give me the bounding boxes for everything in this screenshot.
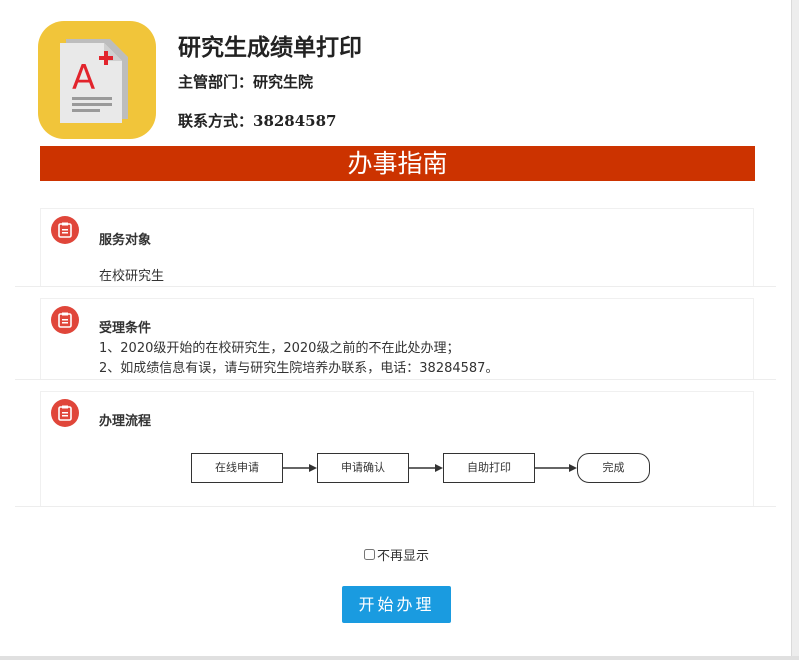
flow-step: 申请确认 xyxy=(317,453,409,483)
section-title: 办理流程 xyxy=(99,414,152,429)
window-bottom-edge xyxy=(0,656,799,660)
department-info: 主管部门：研究生院 xyxy=(178,73,314,91)
document-grade-icon: A xyxy=(60,39,128,123)
section-process: 办理流程 在线申请 申请确认 自助打印 完成 xyxy=(40,391,754,507)
flow-step-end: 完成 xyxy=(577,453,650,483)
section-text: 1、2020级开始的在校研究生，2020级之前的不在此处办理； xyxy=(99,341,460,356)
divider xyxy=(15,506,776,507)
section-title: 受理条件 xyxy=(99,321,152,336)
section-service-target: 服务对象 在校研究生 xyxy=(40,208,754,287)
dont-show-checkbox[interactable] xyxy=(364,549,375,560)
section-conditions: 受理条件 1、2020级开始的在校研究生，2020级之前的不在此处办理； 2、如… xyxy=(40,298,754,380)
section-text: 2、如成绩信息有误，请与研究生院培养办联系，电话：38284587。 xyxy=(99,361,499,376)
flow-step: 在线申请 xyxy=(191,453,283,483)
clipboard-icon xyxy=(51,306,79,334)
flow-step: 自助打印 xyxy=(443,453,535,483)
dont-show-again[interactable]: 不再显示 xyxy=(364,545,429,564)
contact-info: 联系方式：38284587 xyxy=(178,112,337,130)
section-title: 服务对象 xyxy=(99,233,152,248)
clipboard-icon xyxy=(51,399,79,427)
window-right-edge xyxy=(791,0,799,660)
divider xyxy=(15,379,776,380)
clipboard-icon xyxy=(51,216,79,244)
guide-banner: 办事指南 xyxy=(40,146,755,181)
grade-report-app-icon: A xyxy=(38,21,156,139)
section-text: 在校研究生 xyxy=(99,269,165,284)
divider xyxy=(15,286,776,287)
grade-letter: A xyxy=(72,58,95,98)
page-title: 研究生成绩单打印 xyxy=(178,34,362,61)
dont-show-label: 不再显示 xyxy=(377,549,430,564)
start-button[interactable]: 开始办理 xyxy=(342,586,451,623)
process-flow: 在线申请 申请确认 自助打印 完成 xyxy=(191,453,651,485)
